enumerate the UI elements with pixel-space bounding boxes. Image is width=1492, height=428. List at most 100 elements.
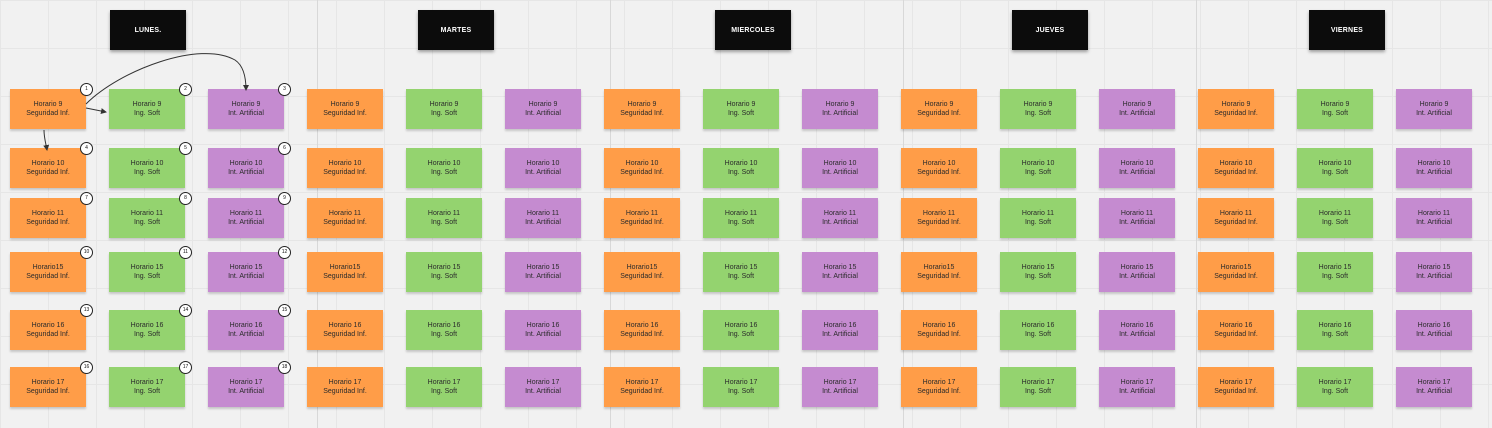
day-header-3[interactable]: JUEVES — [1012, 10, 1088, 50]
step-number-badge: 7 — [80, 192, 93, 205]
sticky-note-green[interactable]: Horario 15 Ing. Soft — [1000, 252, 1076, 292]
sticky-note-green[interactable]: Horario 11 Ing. Soft — [406, 198, 482, 238]
note-subject: Ing. Soft — [1321, 331, 1349, 338]
sticky-note-orange[interactable]: Horario 16 Seguridad Inf. — [901, 310, 977, 350]
day-header-1[interactable]: MARTES — [418, 10, 494, 50]
sticky-note-green[interactable]: Horario 17 Ing. Soft — [109, 367, 185, 407]
sticky-note-orange[interactable]: Horario 10 Seguridad Inf. — [1198, 148, 1274, 188]
sticky-note-purple[interactable]: Horario 9 Int. Artificial — [208, 89, 284, 129]
sticky-note-purple[interactable]: Horario 10 Int. Artificial — [208, 148, 284, 188]
sticky-note-green[interactable]: Horario 11 Ing. Soft — [1297, 198, 1373, 238]
sticky-note-orange[interactable]: Horario 9 Seguridad Inf. — [10, 89, 86, 129]
sticky-note-purple[interactable]: Horario 10 Int. Artificial — [1396, 148, 1472, 188]
sticky-note-purple[interactable]: Horario 9 Int. Artificial — [802, 89, 878, 129]
note-subject: Ing. Soft — [1321, 219, 1349, 226]
sticky-note-green[interactable]: Horario 10 Ing. Soft — [406, 148, 482, 188]
sticky-note-orange[interactable]: Horario 9 Seguridad Inf. — [901, 89, 977, 129]
sticky-note-orange[interactable]: Horario15 Seguridad Inf. — [901, 252, 977, 292]
day-header-2[interactable]: MIERCOLES — [715, 10, 791, 50]
sticky-note-orange[interactable]: Horario 11 Seguridad Inf. — [307, 198, 383, 238]
sticky-note-green[interactable]: Horario 11 Ing. Soft — [109, 198, 185, 238]
sticky-note-purple[interactable]: Horario 11 Int. Artificial — [802, 198, 878, 238]
whiteboard-canvas[interactable]: LUNES. Horario 9 Seguridad Inf. 1 Horario 9 I… — [0, 0, 1492, 428]
sticky-note-orange[interactable]: Horario 17 Seguridad Inf. — [1198, 367, 1274, 407]
sticky-note-orange[interactable]: Horario 17 Seguridad Inf. — [307, 367, 383, 407]
sticky-note-green[interactable]: Horario 16 Ing. Soft — [703, 310, 779, 350]
sticky-note-green[interactable]: Horario 17 Ing. Soft — [1297, 367, 1373, 407]
sticky-note-orange[interactable]: Horario 9 Seguridad Inf. — [1198, 89, 1274, 129]
sticky-note-purple[interactable]: Horario 17 Int. Artificial — [1099, 367, 1175, 407]
sticky-note-orange[interactable]: Horario 11 Seguridad Inf. — [10, 198, 86, 238]
sticky-note-orange[interactable]: Horario 10 Seguridad Inf. — [604, 148, 680, 188]
sticky-note-purple[interactable]: Horario 15 Int. Artificial — [1396, 252, 1472, 292]
sticky-note-purple[interactable]: Horario 17 Int. Artificial — [208, 367, 284, 407]
sticky-note-green[interactable]: Horario 15 Ing. Soft — [703, 252, 779, 292]
sticky-note-purple[interactable]: Horario 16 Int. Artificial — [1396, 310, 1472, 350]
sticky-note-purple[interactable]: Horario 9 Int. Artificial — [505, 89, 581, 129]
sticky-note-orange[interactable]: Horario15 Seguridad Inf. — [604, 252, 680, 292]
sticky-note-purple[interactable]: Horario 9 Int. Artificial — [1396, 89, 1472, 129]
sticky-note-purple[interactable]: Horario 17 Int. Artificial — [505, 367, 581, 407]
sticky-note-orange[interactable]: Horario 11 Seguridad Inf. — [1198, 198, 1274, 238]
sticky-note-orange[interactable]: Horario 11 Seguridad Inf. — [604, 198, 680, 238]
sticky-note-green[interactable]: Horario 16 Ing. Soft — [1297, 310, 1373, 350]
sticky-note-green[interactable]: Horario 15 Ing. Soft — [109, 252, 185, 292]
sticky-note-orange[interactable]: Horario 10 Seguridad Inf. — [10, 148, 86, 188]
sticky-note-green[interactable]: Horario 10 Ing. Soft — [1000, 148, 1076, 188]
day-header-4[interactable]: VIERNES — [1309, 10, 1385, 50]
sticky-note-purple[interactable]: Horario 10 Int. Artificial — [505, 148, 581, 188]
sticky-note-purple[interactable]: Horario 16 Int. Artificial — [1099, 310, 1175, 350]
sticky-note-purple[interactable]: Horario 15 Int. Artificial — [802, 252, 878, 292]
sticky-note-orange[interactable]: Horario 16 Seguridad Inf. — [1198, 310, 1274, 350]
sticky-note-purple[interactable]: Horario 15 Int. Artificial — [1099, 252, 1175, 292]
sticky-note-purple[interactable]: Horario 11 Int. Artificial — [1099, 198, 1175, 238]
sticky-note-orange[interactable]: Horario15 Seguridad Inf. — [1198, 252, 1274, 292]
sticky-note-purple[interactable]: Horario 10 Int. Artificial — [802, 148, 878, 188]
sticky-note-green[interactable]: Horario 9 Ing. Soft — [1297, 89, 1373, 129]
sticky-note-green[interactable]: Horario 10 Ing. Soft — [1297, 148, 1373, 188]
sticky-note-green[interactable]: Horario 9 Ing. Soft — [406, 89, 482, 129]
sticky-note-purple[interactable]: Horario 11 Int. Artificial — [208, 198, 284, 238]
sticky-note-green[interactable]: Horario 16 Ing. Soft — [1000, 310, 1076, 350]
sticky-note-green[interactable]: Horario 9 Ing. Soft — [109, 89, 185, 129]
sticky-note-green[interactable]: Horario 9 Ing. Soft — [703, 89, 779, 129]
sticky-note-orange[interactable]: Horario 17 Seguridad Inf. — [10, 367, 86, 407]
sticky-note-green[interactable]: Horario 11 Ing. Soft — [703, 198, 779, 238]
sticky-note-purple[interactable]: Horario 9 Int. Artificial — [1099, 89, 1175, 129]
sticky-note-purple[interactable]: Horario 16 Int. Artificial — [802, 310, 878, 350]
sticky-note-purple[interactable]: Horario 15 Int. Artificial — [208, 252, 284, 292]
sticky-note-orange[interactable]: Horario 16 Seguridad Inf. — [10, 310, 86, 350]
sticky-note-orange[interactable]: Horario 10 Seguridad Inf. — [307, 148, 383, 188]
sticky-note-green[interactable]: Horario 10 Ing. Soft — [109, 148, 185, 188]
sticky-note-orange[interactable]: Horario 16 Seguridad Inf. — [604, 310, 680, 350]
sticky-note-orange[interactable]: Horario 10 Seguridad Inf. — [901, 148, 977, 188]
sticky-note-green[interactable]: Horario 15 Ing. Soft — [1297, 252, 1373, 292]
sticky-note-orange[interactable]: Horario 17 Seguridad Inf. — [901, 367, 977, 407]
sticky-note-green[interactable]: Horario 17 Ing. Soft — [1000, 367, 1076, 407]
note-subject: Seguridad Inf. — [26, 388, 70, 395]
sticky-note-orange[interactable]: Horario15 Seguridad Inf. — [307, 252, 383, 292]
sticky-note-orange[interactable]: Horario15 Seguridad Inf. — [10, 252, 86, 292]
day-header-0[interactable]: LUNES. — [110, 10, 186, 50]
sticky-note-purple[interactable]: Horario 16 Int. Artificial — [208, 310, 284, 350]
sticky-note-orange[interactable]: Horario 16 Seguridad Inf. — [307, 310, 383, 350]
sticky-note-green[interactable]: Horario 9 Ing. Soft — [1000, 89, 1076, 129]
sticky-note-orange[interactable]: Horario 9 Seguridad Inf. — [307, 89, 383, 129]
sticky-note-orange[interactable]: Horario 9 Seguridad Inf. — [604, 89, 680, 129]
sticky-note-purple[interactable]: Horario 17 Int. Artificial — [1396, 367, 1472, 407]
sticky-note-purple[interactable]: Horario 16 Int. Artificial — [505, 310, 581, 350]
sticky-note-green[interactable]: Horario 16 Ing. Soft — [406, 310, 482, 350]
sticky-note-purple[interactable]: Horario 10 Int. Artificial — [1099, 148, 1175, 188]
sticky-note-green[interactable]: Horario 11 Ing. Soft — [1000, 198, 1076, 238]
sticky-note-orange[interactable]: Horario 17 Seguridad Inf. — [604, 367, 680, 407]
sticky-note-green[interactable]: Horario 10 Ing. Soft — [703, 148, 779, 188]
sticky-note-purple[interactable]: Horario 11 Int. Artificial — [505, 198, 581, 238]
sticky-note-orange[interactable]: Horario 11 Seguridad Inf. — [901, 198, 977, 238]
sticky-note-purple[interactable]: Horario 11 Int. Artificial — [1396, 198, 1472, 238]
sticky-note-green[interactable]: Horario 17 Ing. Soft — [703, 367, 779, 407]
sticky-note-green[interactable]: Horario 16 Ing. Soft — [109, 310, 185, 350]
sticky-note-purple[interactable]: Horario 15 Int. Artificial — [505, 252, 581, 292]
sticky-note-green[interactable]: Horario 17 Ing. Soft — [406, 367, 482, 407]
sticky-note-purple[interactable]: Horario 17 Int. Artificial — [802, 367, 878, 407]
sticky-note-green[interactable]: Horario 15 Ing. Soft — [406, 252, 482, 292]
